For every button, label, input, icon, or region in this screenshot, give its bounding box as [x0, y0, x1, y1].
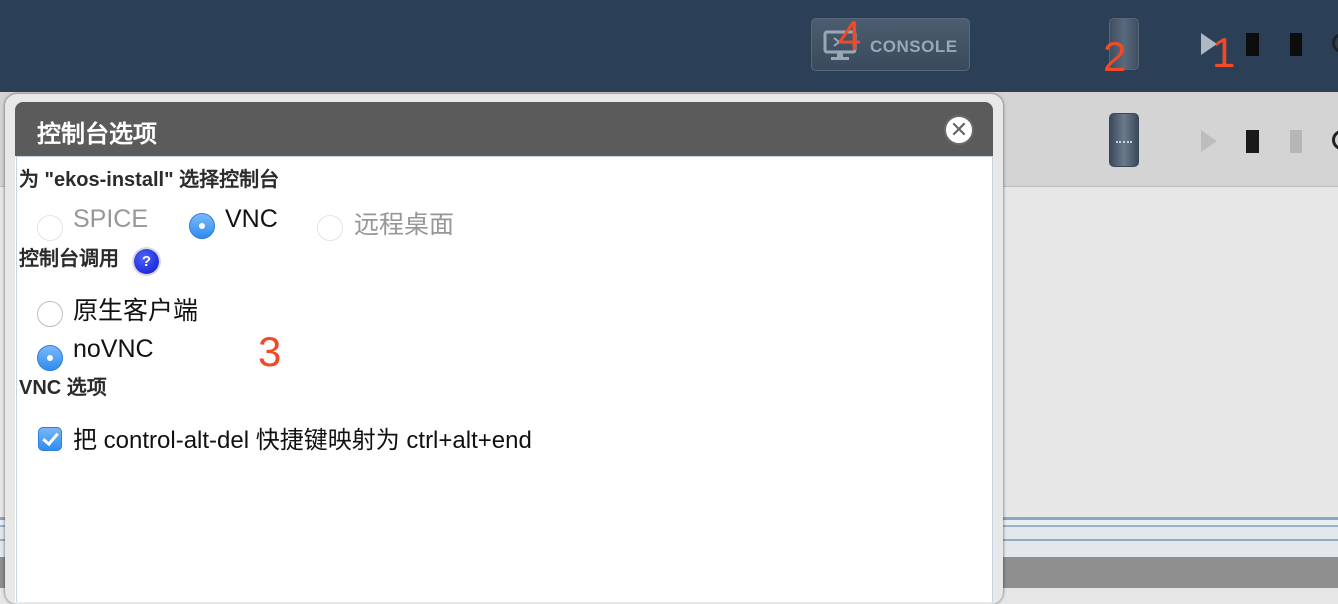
vnc-options-heading: VNC 选项	[19, 377, 107, 399]
console-button-label: CONSOLE	[870, 37, 958, 56]
more-icon[interactable]	[1332, 130, 1338, 153]
annotation-2: 2	[1103, 33, 1127, 80]
console-options-dialog: 控制台选项 ✕ 为 "ekos-install" 选择控制台 SPICE VNC…	[5, 94, 1003, 604]
pause-icon[interactable]	[1290, 130, 1302, 153]
dialog-title: 控制台选项	[37, 121, 157, 148]
dialog-frame: 控制台选项 ✕ 为 "ekos-install" 选择控制台 SPICE VNC…	[15, 102, 993, 602]
ctrl-alt-del-label: 把 control-alt-del 快捷键映射为 ctrl+alt+end	[73, 427, 532, 454]
annotation-4: 4	[838, 12, 862, 59]
radio-vnc[interactable]	[189, 213, 215, 239]
option-label-novnc: noVNC	[73, 335, 154, 363]
play-icon[interactable]	[1201, 130, 1217, 152]
console-button[interactable]: CONSOLE	[811, 18, 970, 71]
radio-remote-desktop[interactable]	[317, 215, 343, 241]
ctrl-alt-del-checkbox[interactable]	[38, 427, 62, 451]
option-label-native-client: 原生客户端	[73, 297, 199, 325]
console-invocation-heading: 控制台调用	[19, 248, 119, 270]
select-console-heading: 为 "ekos-install" 选择控制台	[19, 169, 280, 191]
stop-icon[interactable]	[1246, 130, 1259, 153]
annotation-1: 1	[1212, 29, 1236, 76]
pause-icon[interactable]	[1290, 33, 1302, 56]
option-label-remote-desktop: 远程桌面	[354, 211, 455, 239]
annotation-3: 3	[258, 328, 282, 375]
radio-spice[interactable]	[37, 215, 63, 241]
dialog-body: 为 "ekos-install" 选择控制台 SPICE VNC 远程桌面 控制…	[16, 156, 993, 602]
option-label-vnc: VNC	[225, 205, 278, 233]
help-icon[interactable]: ?	[134, 249, 159, 274]
close-icon[interactable]: ✕	[944, 115, 974, 145]
stop-icon[interactable]	[1246, 33, 1259, 56]
dialog-title-bar: 控制台选项 ✕	[15, 102, 993, 156]
vm-icon[interactable]	[1109, 113, 1139, 167]
top-toolbar: CONSOLE	[0, 0, 1338, 92]
option-label-spice: SPICE	[73, 205, 149, 233]
radio-native-client[interactable]	[37, 301, 63, 327]
radio-novnc[interactable]	[37, 345, 63, 371]
more-icon[interactable]	[1332, 33, 1338, 56]
